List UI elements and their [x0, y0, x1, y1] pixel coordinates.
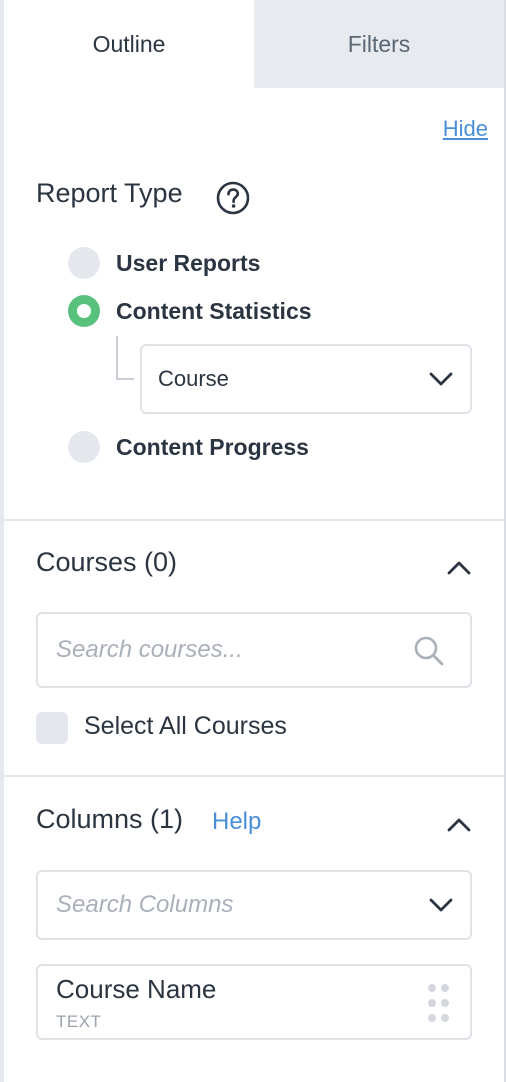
radio-label-content-progress[interactable]: Content Progress: [116, 434, 309, 461]
content-type-select-value: Course: [158, 366, 229, 391]
tab-bar: Outline Filters: [4, 0, 504, 88]
search-icon[interactable]: [412, 634, 446, 668]
report-outline-panel: Outline Filters Hide Report Type User Re…: [0, 0, 506, 1082]
radio-label-content-statistics[interactable]: Content Statistics: [116, 298, 312, 325]
section-divider: [4, 519, 504, 521]
radio-content-progress[interactable]: [68, 431, 100, 463]
content-type-select[interactable]: Course: [140, 344, 472, 414]
columns-title: Columns (1): [36, 804, 184, 834]
radio-content-statistics[interactable]: [68, 295, 100, 327]
chevron-down-icon: [429, 372, 453, 386]
column-item[interactable]: Course Name TEXT: [36, 964, 472, 1040]
tab-outline[interactable]: Outline: [4, 0, 254, 88]
select-all-courses-label[interactable]: Select All Courses: [84, 712, 287, 741]
chevron-down-icon: [429, 898, 453, 912]
column-type: TEXT: [56, 1012, 102, 1031]
question-circle-icon[interactable]: [216, 181, 250, 215]
section-divider: [4, 775, 504, 777]
columns-search-select[interactable]: Search Columns: [36, 870, 472, 940]
hide-link[interactable]: Hide: [443, 116, 488, 142]
tree-connector: [116, 336, 134, 380]
columns-help-link[interactable]: Help: [212, 808, 261, 836]
column-name: Course Name: [56, 974, 217, 1004]
report-type-title: Report Type: [36, 178, 183, 208]
radio-user-reports[interactable]: [68, 247, 100, 279]
courses-title: Courses (0): [36, 547, 178, 577]
chevron-up-icon[interactable]: [446, 816, 472, 834]
radio-label-user-reports[interactable]: User Reports: [116, 250, 260, 277]
tab-filters[interactable]: Filters: [254, 0, 504, 88]
courses-search-placeholder: Search courses...: [56, 636, 243, 663]
select-all-courses-checkbox[interactable]: [36, 712, 68, 744]
courses-search-input[interactable]: Search courses...: [36, 612, 472, 688]
chevron-up-icon[interactable]: [446, 559, 472, 577]
drag-handle-icon[interactable]: [428, 984, 450, 1022]
columns-search-placeholder: Search Columns: [56, 891, 234, 918]
